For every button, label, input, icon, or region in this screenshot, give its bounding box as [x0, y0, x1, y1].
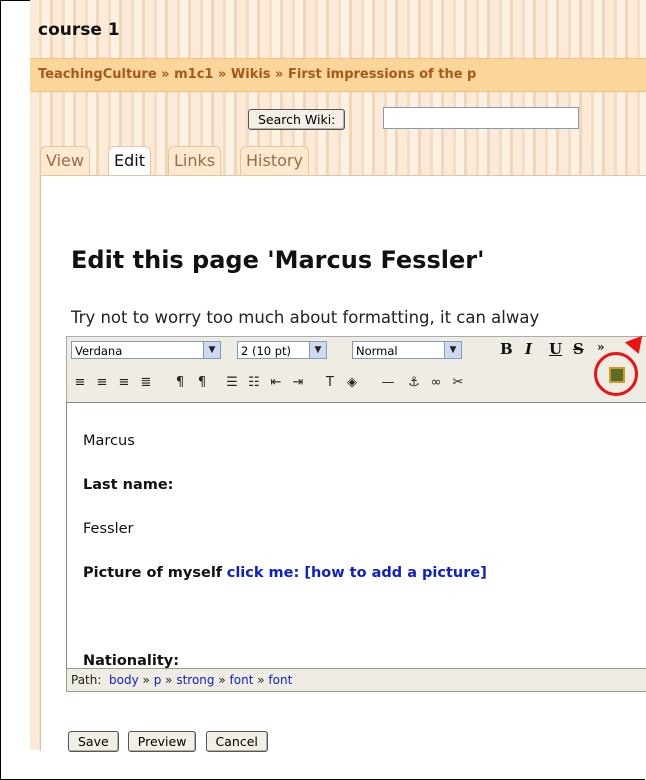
italic-button[interactable]: I [525, 340, 532, 358]
page-title: Edit this page 'Marcus Fessler' [71, 246, 485, 274]
bold-button[interactable]: B [500, 340, 513, 358]
ordered-list-icon[interactable]: ☰ [223, 373, 241, 393]
picture-line: Picture of myself click me: [how to add … [83, 565, 487, 581]
outdent-icon[interactable]: ⇤ [267, 373, 285, 393]
unordered-list-icon[interactable]: ☷ [245, 373, 263, 393]
add-picture-link[interactable]: click me: [how to add a picture] [227, 565, 487, 581]
font-family-value: Verdana [75, 344, 123, 358]
path-item-font-2[interactable]: font [268, 673, 292, 687]
path-item-body[interactable]: body [109, 673, 139, 687]
form-actions: Save Preview Cancel [68, 731, 268, 752]
path-item-font[interactable]: font [230, 673, 254, 687]
editor-toolbar: Verdana ▼ 2 (10 pt) ▼ Normal ▼ B I U S »… [66, 336, 646, 404]
indent-icon[interactable]: ⇥ [289, 373, 307, 393]
picture-label: Picture of myself [83, 565, 223, 581]
breadcrumb[interactable]: TeachingCulture » m1c1 » Wikis » First i… [38, 67, 476, 82]
chevron-down-icon: ▼ [309, 342, 326, 358]
path-bar: Path: body » p » strong » font » font [66, 668, 646, 692]
path-item-strong[interactable]: strong [176, 673, 214, 687]
chevron-down-icon: ▼ [444, 342, 461, 358]
breadcrumb-bar: TeachingCulture » m1c1 » Wikis » First i… [30, 58, 646, 92]
preview-button[interactable]: Preview [127, 731, 197, 752]
editor-area[interactable]: Marcus Last name: Fessler Picture of mys… [66, 402, 646, 669]
search-input[interactable] [383, 107, 579, 129]
chevron-down-icon: ▼ [203, 342, 220, 358]
more-icon[interactable]: » [597, 340, 605, 354]
course-title: course 1 [38, 20, 120, 40]
font-size-select[interactable]: 2 (10 pt) ▼ [237, 341, 327, 359]
search-wiki-button[interactable]: Search Wiki: [248, 109, 346, 130]
path-item-p[interactable]: p [154, 673, 162, 687]
align-center-icon[interactable]: ≡ [93, 373, 111, 393]
tab-edit[interactable]: Edit [108, 146, 151, 178]
search-row: Search Wiki: [248, 107, 579, 133]
horizontal-rule-icon[interactable]: — [377, 373, 399, 393]
underline-button[interactable]: U [549, 340, 562, 358]
cancel-button[interactable]: Cancel [205, 731, 268, 752]
text-color-icon[interactable]: T [321, 373, 339, 393]
align-left-icon[interactable]: ≡ [71, 373, 89, 393]
link-icon[interactable]: ∞ [427, 373, 445, 393]
align-right-icon[interactable]: ≡ [115, 373, 133, 393]
font-family-select[interactable]: Verdana ▼ [71, 341, 221, 359]
formatting-hint: Try not to worry too much about formatti… [71, 308, 540, 327]
justify-icon[interactable]: ≣ [137, 373, 155, 393]
annotation-circle [594, 352, 638, 396]
tab-links[interactable]: Links [168, 146, 222, 175]
font-size-value: 2 (10 pt) [241, 344, 292, 358]
format-value: Normal [356, 344, 398, 358]
tab-view[interactable]: View [40, 146, 90, 175]
save-button[interactable]: Save [68, 731, 119, 752]
nationality-label: Nationality: [83, 653, 180, 669]
anchor-icon[interactable]: ⚓ [405, 373, 423, 393]
rtl-icon[interactable]: ¶ [193, 373, 211, 393]
tab-history[interactable]: History [240, 146, 309, 175]
strikethrough-button[interactable]: S [573, 340, 584, 358]
path-label: Path: [71, 673, 102, 687]
background-color-icon[interactable]: ◈ [343, 373, 361, 393]
format-select[interactable]: Normal ▼ [352, 341, 462, 359]
unlink-icon[interactable]: ✂ [449, 373, 467, 393]
last-name-value: Fessler [83, 521, 134, 537]
last-name-label: Last name: [83, 477, 174, 493]
first-name-value: Marcus [83, 433, 135, 449]
ltr-icon[interactable]: ¶ [171, 373, 189, 393]
